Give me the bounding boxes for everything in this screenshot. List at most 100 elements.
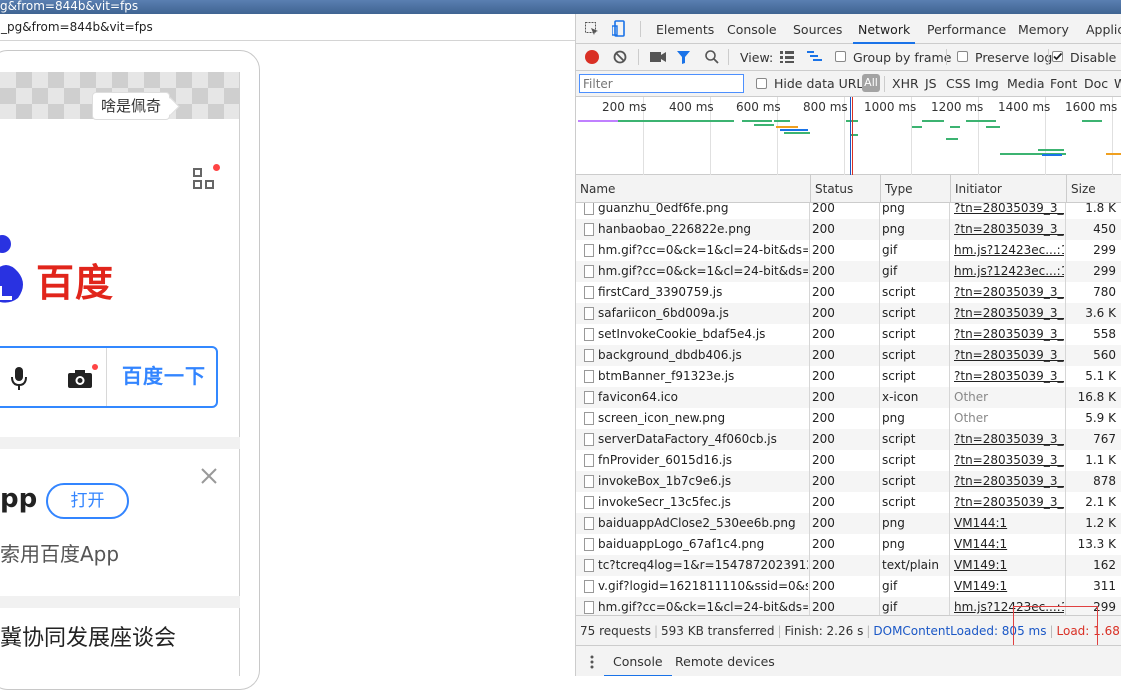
news-headline[interactable]: 冀协同发展座谈会 bbox=[0, 620, 176, 652]
request-initiator[interactable]: ?tn=28035039_3_... bbox=[954, 471, 1064, 492]
file-icon bbox=[584, 475, 594, 488]
screenshot-capture-icon[interactable] bbox=[650, 52, 666, 62]
table-row[interactable]: screen_icon_new.png 200 png Other 5.9 K bbox=[576, 408, 1121, 429]
request-size: 16.8 K bbox=[1077, 390, 1116, 404]
table-row[interactable]: favicon64.ico 200 x-icon Other 16.8 K bbox=[576, 387, 1121, 408]
request-initiator[interactable]: hm.js?12423ec...:18 bbox=[954, 261, 1064, 282]
table-row[interactable]: tc?tcreq4log=1&r=1547872023912&... 200 tex… bbox=[576, 555, 1121, 576]
table-row[interactable]: safariicon_6bd009a.js 200 script ?tn=280350… bbox=[576, 303, 1121, 324]
open-app-button[interactable]: 打开 bbox=[46, 483, 129, 519]
more-options-icon[interactable] bbox=[590, 655, 594, 669]
timeline-label: 800 ms bbox=[803, 100, 848, 114]
table-row[interactable]: btmBanner_f91323e.js 200 script ?tn=2803503… bbox=[576, 366, 1121, 387]
filter-css[interactable]: CSS bbox=[946, 76, 971, 91]
search-button[interactable]: 百度一下 bbox=[122, 360, 206, 389]
tab-elements[interactable]: Elements bbox=[656, 14, 714, 44]
filter-xhr[interactable]: XHR bbox=[892, 76, 919, 91]
request-initiator[interactable]: ?tn=28035039_3_... bbox=[954, 366, 1064, 387]
request-initiator[interactable]: ?tn=28035039_3_... bbox=[954, 492, 1064, 513]
hide-data-urls-checkbox[interactable] bbox=[756, 78, 767, 89]
notification-dot-icon bbox=[213, 164, 220, 171]
clear-icon[interactable] bbox=[613, 50, 627, 64]
request-initiator[interactable]: ?tn=28035039_3_... bbox=[954, 429, 1064, 450]
request-name: screen_icon_new.png bbox=[580, 408, 808, 429]
hot-search-pill[interactable]: 啥是佩奇 bbox=[92, 92, 171, 120]
column-status-header[interactable]: Status bbox=[810, 175, 880, 203]
table-row[interactable]: baiduappAdClose2_530ee6b.png 200 png VM144:… bbox=[576, 513, 1121, 534]
request-initiator[interactable]: ?tn=28035039_3_... bbox=[954, 303, 1064, 324]
table-row[interactable]: invokeSecr_13c5fec.js 200 script ?tn=280350… bbox=[576, 492, 1121, 513]
request-name-text: setInvokeCookie_bdaf5e4.js bbox=[598, 327, 766, 341]
table-row[interactable]: setInvokeCookie_bdaf5e4.js 200 script ?tn=2… bbox=[576, 324, 1121, 345]
timeline-label: 1600 ms bbox=[1065, 100, 1118, 114]
column-name-header[interactable]: Name bbox=[576, 175, 810, 203]
search-icon[interactable] bbox=[705, 50, 719, 64]
table-row[interactable]: guanzhu_0edf6fe.png 200 png ?tn=28035039_3_… bbox=[576, 203, 1121, 219]
drawer-tab-remote-devices[interactable]: Remote devices bbox=[675, 646, 775, 676]
inspect-element-icon[interactable] bbox=[585, 22, 599, 36]
filter-ws[interactable]: W bbox=[1114, 76, 1121, 91]
device-toolbar-icon[interactable] bbox=[612, 20, 626, 38]
request-initiator[interactable]: ?tn=28035039_3_... bbox=[954, 450, 1064, 471]
camera-icon[interactable] bbox=[68, 370, 92, 388]
request-size: 2.1 K bbox=[1085, 495, 1116, 509]
request-initiator[interactable]: VM144:1 bbox=[954, 513, 1064, 534]
file-icon bbox=[584, 328, 594, 341]
app-grid-icon[interactable] bbox=[193, 168, 215, 190]
preserve-log-checkbox[interactable] bbox=[957, 51, 968, 62]
tab-console[interactable]: Console bbox=[727, 14, 777, 44]
request-name-text: background_dbdb406.js bbox=[598, 348, 742, 362]
disable-cache-checkbox[interactable] bbox=[1052, 51, 1063, 62]
close-icon[interactable] bbox=[199, 466, 219, 486]
filter-media[interactable]: Media bbox=[1007, 76, 1045, 91]
request-initiator[interactable]: ?tn=28035039_3_... bbox=[954, 282, 1064, 303]
filter-input[interactable] bbox=[579, 74, 744, 93]
request-name: guanzhu_0edf6fe.png bbox=[580, 203, 808, 219]
request-size: 878 bbox=[1093, 474, 1116, 488]
tab-performance[interactable]: Performance bbox=[927, 14, 1006, 44]
filter-all-button[interactable]: All bbox=[862, 74, 880, 92]
request-size: 558 bbox=[1093, 327, 1116, 341]
request-initiator[interactable]: hm.js?12423ec...:18 bbox=[954, 240, 1064, 261]
address-bar[interactable]: _pg&from=844b&vit=fps bbox=[0, 14, 575, 41]
request-initiator[interactable]: ?tn=28035039_3_... bbox=[954, 219, 1064, 240]
request-name: v.gif?logid=1621811110&ssid=0&sid... bbox=[580, 576, 808, 597]
microphone-icon[interactable] bbox=[10, 366, 28, 392]
request-initiator[interactable]: ?tn=28035039_3_... bbox=[954, 345, 1064, 366]
column-size-header[interactable]: Size bbox=[1066, 175, 1121, 203]
group-by-frame-checkbox[interactable] bbox=[835, 51, 846, 62]
table-row[interactable]: hanbaobao_226822e.png 200 png ?tn=28035039_… bbox=[576, 219, 1121, 240]
table-row[interactable]: fnProvider_6015d16.js 200 script ?tn=280350… bbox=[576, 450, 1121, 471]
table-row[interactable]: serverDataFactory_4f060cb.js 200 script ?tn… bbox=[576, 429, 1121, 450]
tab-application[interactable]: Applica bbox=[1086, 14, 1121, 44]
request-table-header: Name Status Type Initiator Size bbox=[576, 175, 1121, 203]
tab-network[interactable]: Network bbox=[853, 14, 916, 44]
network-overview-timeline[interactable]: 200 ms 400 ms 600 ms 800 ms 1000 ms 1200… bbox=[576, 97, 1121, 175]
table-row[interactable]: invokeBox_1b7c9e6.js 200 script ?tn=2803503… bbox=[576, 471, 1121, 492]
filter-img[interactable]: Img bbox=[975, 76, 999, 91]
request-initiator[interactable]: VM149:1 bbox=[954, 576, 1064, 597]
large-rows-icon[interactable] bbox=[780, 51, 794, 63]
table-row[interactable]: firstCard_3390759.js 200 script ?tn=2803503… bbox=[576, 282, 1121, 303]
filter-icon[interactable] bbox=[677, 51, 690, 64]
request-initiator[interactable]: ?tn=28035039_3_... bbox=[954, 324, 1064, 345]
column-initiator-header[interactable]: Initiator bbox=[950, 175, 1066, 203]
filter-js[interactable]: JS bbox=[925, 76, 937, 91]
table-row[interactable]: v.gif?logid=1621811110&ssid=0&sid... 200 g… bbox=[576, 576, 1121, 597]
table-row[interactable]: hm.gif?cc=0&ck=1&cl=24-bit&ds=3... 200 gif… bbox=[576, 240, 1121, 261]
waterfall-icon[interactable] bbox=[807, 51, 823, 63]
request-initiator[interactable]: VM149:1 bbox=[954, 555, 1064, 576]
search-box[interactable]: 百度一下 bbox=[0, 346, 218, 408]
column-type-header[interactable]: Type bbox=[880, 175, 950, 203]
table-row[interactable]: baiduappLogo_67af1c4.png 200 png VM144:1 13.… bbox=[576, 534, 1121, 555]
request-initiator[interactable]: VM144:1 bbox=[954, 534, 1064, 555]
filter-doc[interactable]: Doc bbox=[1084, 76, 1108, 91]
drawer-tab-console[interactable]: Console bbox=[604, 646, 672, 676]
table-row[interactable]: background_dbdb406.js 200 script ?tn=280350… bbox=[576, 345, 1121, 366]
table-row[interactable]: hm.gif?cc=0&ck=1&cl=24-bit&ds=3... 200 gif… bbox=[576, 261, 1121, 282]
tab-memory[interactable]: Memory bbox=[1018, 14, 1069, 44]
record-icon[interactable] bbox=[585, 50, 599, 64]
tab-sources[interactable]: Sources bbox=[793, 14, 842, 44]
request-initiator[interactable]: ?tn=28035039_3_... bbox=[954, 203, 1064, 219]
filter-font[interactable]: Font bbox=[1050, 76, 1077, 91]
